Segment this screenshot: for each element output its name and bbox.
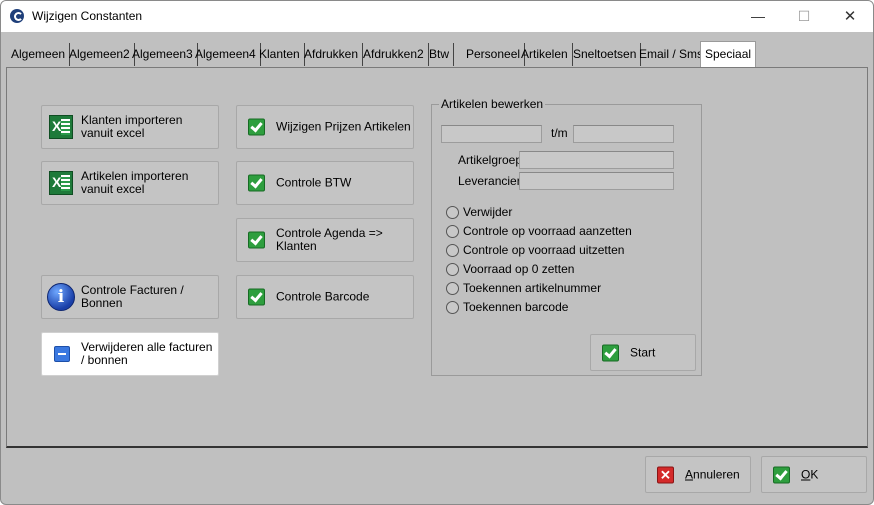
- verwijderen-facturen-bonnen-button[interactable]: Verwijderen alle facturen / bonnen: [41, 332, 219, 376]
- tab-afdrukken[interactable]: Afdrukken: [300, 43, 364, 66]
- controle-barcode-label: Controle Barcode: [276, 289, 370, 304]
- range-from-input[interactable]: [441, 125, 542, 143]
- check-icon: [248, 231, 265, 249]
- artikelgroep-select[interactable]: [519, 151, 674, 169]
- radio-label: Controle op voorraad aanzetten: [463, 224, 632, 238]
- controle-facturen-bonnen-button[interactable]: i Controle Facturen / Bonnen: [41, 275, 219, 319]
- start-label: Start: [630, 345, 656, 359]
- tab-email-sms[interactable]: Email / Sms: [635, 43, 709, 66]
- radio-circle[interactable]: [446, 225, 459, 238]
- verwijderen-facturen-label: Verwijderen alle facturen / bonnen: [81, 340, 213, 367]
- tab-algemeen3[interactable]: Algemeen3: [128, 43, 198, 66]
- tab-algemeen4[interactable]: Algemeen4: [191, 43, 261, 66]
- check-icon: [248, 288, 265, 306]
- start-button[interactable]: Start: [590, 334, 696, 371]
- tab-algemeen[interactable]: Algemeen: [7, 43, 71, 66]
- import-klanten-excel-button[interactable]: Klanten importeren vanuit excel: [41, 105, 219, 149]
- leverancier-select[interactable]: [519, 172, 674, 190]
- tab-afdrukken2[interactable]: Afdrukken2: [359, 43, 429, 66]
- controle-agenda-klanten-button[interactable]: Controle Agenda => Klanten: [236, 218, 414, 262]
- cancel-icon: ✕: [657, 466, 674, 483]
- radio-circle[interactable]: [446, 282, 459, 295]
- radio-label: Controle op voorraad uitzetten: [463, 243, 625, 257]
- leverancier-label: Leverancier: [458, 174, 521, 188]
- close-button[interactable]: ✕: [827, 1, 873, 32]
- tab-speciaal[interactable]: Speciaal: [700, 41, 757, 67]
- import-klanten-label: Klanten importeren vanuit excel: [81, 113, 183, 140]
- artikelgroep-label: Artikelgroep: [458, 153, 523, 167]
- tab-sneltoetsen[interactable]: Sneltoetsen: [569, 43, 642, 66]
- radio-circle[interactable]: [446, 206, 459, 219]
- ok-button[interactable]: OK: [761, 456, 867, 493]
- ok-label: OK: [801, 467, 819, 481]
- controle-barcode-button[interactable]: Controle Barcode: [236, 275, 414, 319]
- radio-label: Voorraad op 0 zetten: [463, 262, 575, 276]
- tab-btw[interactable]: Btw: [425, 43, 455, 66]
- minimize-button[interactable]: —: [735, 1, 781, 32]
- tab-algemeen2[interactable]: Algemeen2: [65, 43, 135, 66]
- controle-btw-label: Controle BTW: [276, 175, 352, 190]
- range-separator-label: t/m: [551, 126, 568, 140]
- title-bar: Wijzigen Constanten — ☐ ✕: [1, 1, 873, 32]
- wijzigen-prijzen-label: Wijzigen Prijzen Artikelen: [276, 119, 411, 134]
- check-icon: [773, 466, 790, 483]
- annuleren-button[interactable]: ✕ Annuleren: [645, 456, 751, 493]
- radio-circle[interactable]: [446, 301, 459, 314]
- window-title: Wijzigen Constanten: [32, 9, 143, 23]
- tab-klanten[interactable]: Klanten: [255, 43, 305, 66]
- range-to-input[interactable]: [573, 125, 674, 143]
- check-icon: [248, 174, 265, 192]
- radio-label: Toekennen barcode: [463, 300, 569, 314]
- radio-circle[interactable]: [446, 244, 459, 257]
- radio-label: Toekennen artikelnummer: [463, 281, 602, 295]
- check-icon: [248, 118, 265, 136]
- info-icon: i: [47, 283, 75, 311]
- controle-agenda-label: Controle Agenda => Klanten: [276, 226, 383, 253]
- import-artikelen-label: Artikelen importeren vanuit excel: [81, 169, 189, 196]
- check-icon: [602, 344, 619, 361]
- dialog-window: Wijzigen Constanten — ☐ ✕ Algemeen Algem…: [0, 0, 874, 505]
- tab-personeel[interactable]: Personeel: [462, 43, 526, 66]
- import-artikelen-excel-button[interactable]: Artikelen importeren vanuit excel: [41, 161, 219, 205]
- controle-btw-button[interactable]: Controle BTW: [236, 161, 414, 205]
- excel-icon: [49, 115, 73, 139]
- app-logo-icon: [10, 9, 24, 23]
- tab-artikelen[interactable]: Artikelen: [517, 43, 573, 66]
- artikelen-bewerken-title: Artikelen bewerken: [439, 97, 546, 111]
- wijzigen-prijzen-artikelen-button[interactable]: Wijzigen Prijzen Artikelen: [236, 105, 414, 149]
- annuleren-label: Annuleren: [685, 467, 740, 481]
- excel-icon: [49, 171, 73, 195]
- minus-icon: [54, 346, 70, 362]
- radio-label: Verwijder: [463, 205, 513, 219]
- controle-facturen-label: Controle Facturen / Bonnen: [81, 283, 184, 310]
- maximize-button[interactable]: ☐: [781, 1, 827, 32]
- radio-circle[interactable]: [446, 263, 459, 276]
